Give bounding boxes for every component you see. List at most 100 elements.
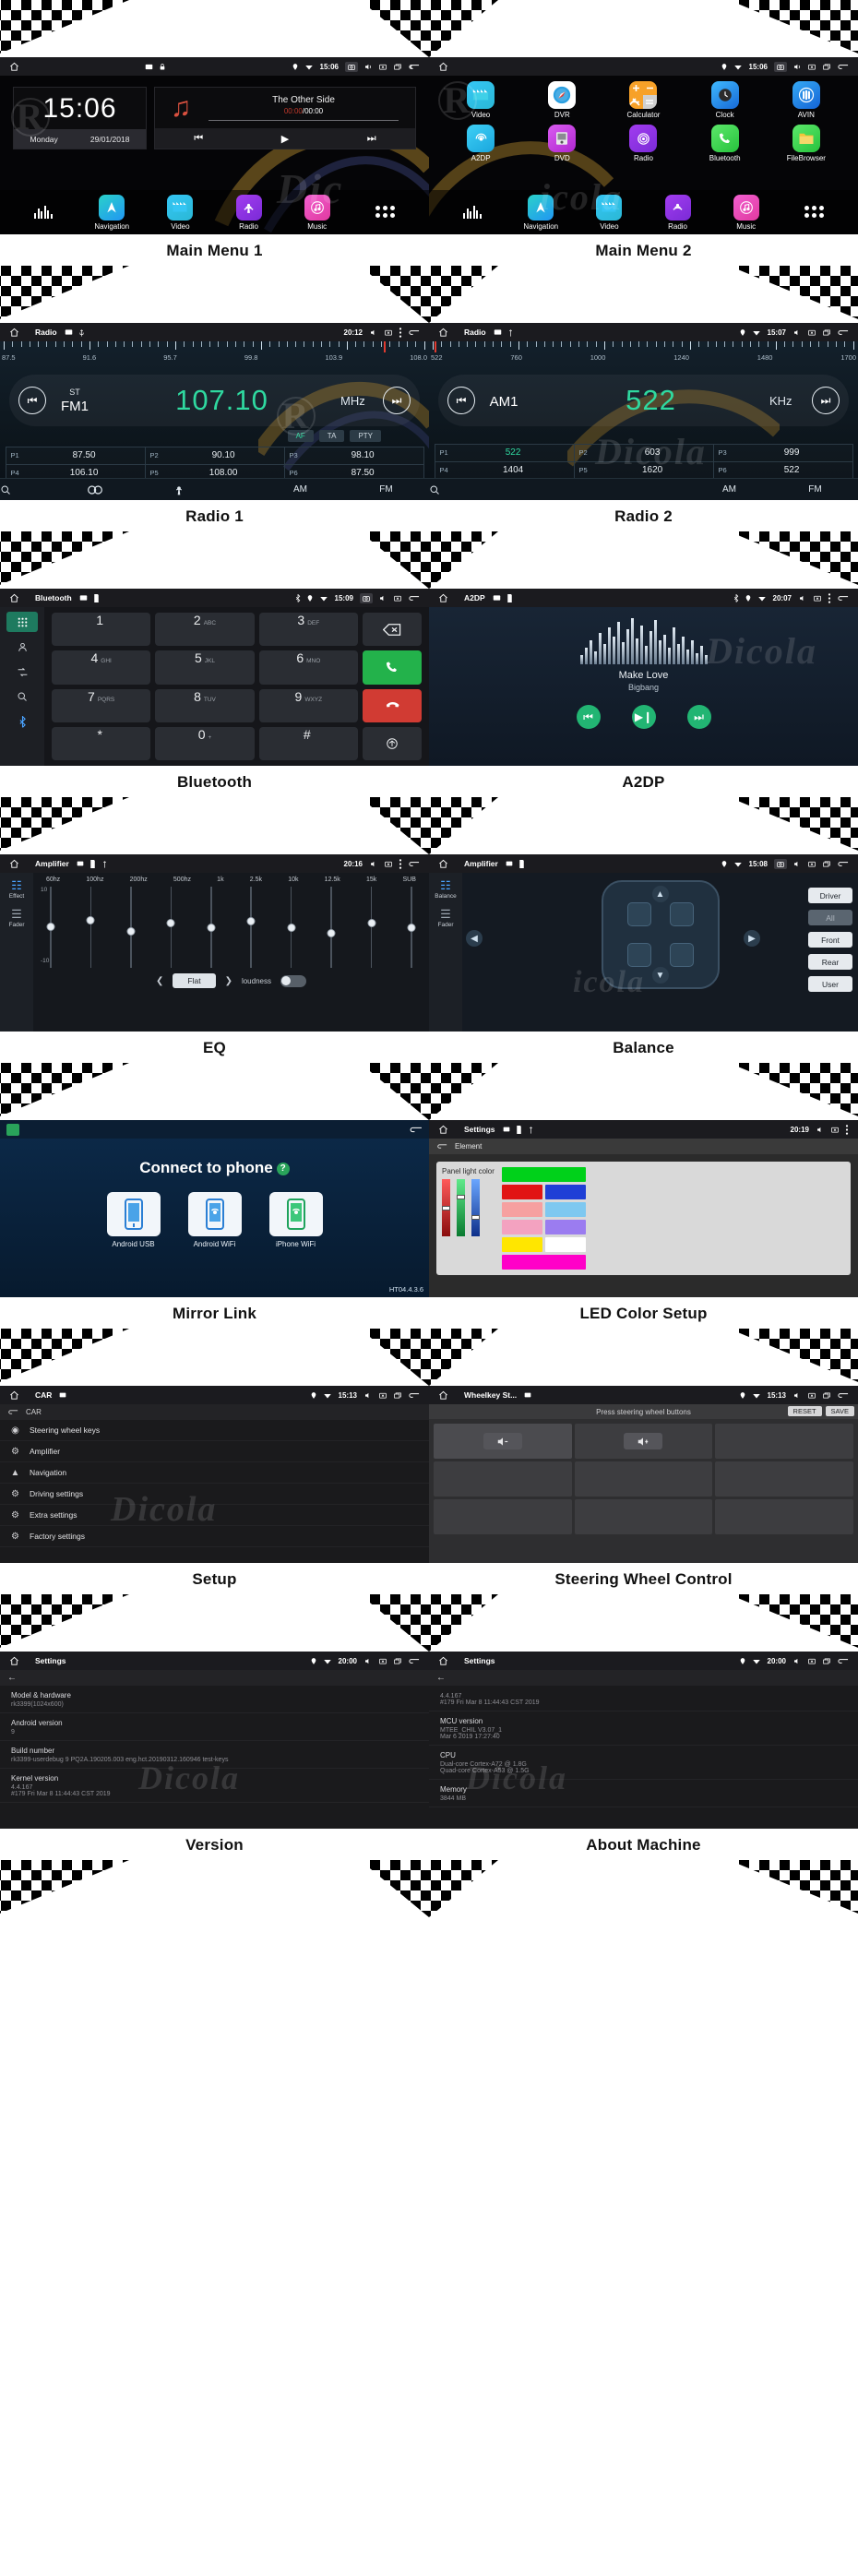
radio-search-button[interactable] xyxy=(0,484,86,495)
seat-rear-right[interactable] xyxy=(669,943,694,967)
dock-item-radio[interactable]: Radio xyxy=(652,194,704,231)
camera-icon[interactable] xyxy=(774,858,787,869)
tune-next-button[interactable]: ⏭ xyxy=(383,387,411,414)
clock-widget[interactable]: 15:06 Monday 29/01/2018 xyxy=(13,87,147,149)
balance-right-arrow[interactable]: ▶ xyxy=(744,930,760,947)
version-item-android[interactable]: Android version 9 xyxy=(0,1713,429,1741)
version-item-kernel[interactable]: Kernel version 4.4.167 #179 Fri Mar 8 11… xyxy=(0,1769,429,1803)
dock-item-music[interactable]: Music xyxy=(292,194,343,231)
volume-icon[interactable] xyxy=(363,63,373,71)
steering-cell-8[interactable] xyxy=(574,1499,713,1534)
led-swatch-5[interactable] xyxy=(501,1220,542,1234)
back-icon[interactable] xyxy=(408,860,420,868)
led-swatch-9[interactable] xyxy=(501,1255,586,1270)
about-item-kernel[interactable]: 4.4.167 #179 Fri Mar 8 11:44:43 CST 2019 xyxy=(429,1686,858,1711)
close-screen-icon[interactable] xyxy=(384,328,393,337)
volume-icon[interactable] xyxy=(792,328,802,337)
app-item-filebrowser[interactable]: FileBrowser xyxy=(780,125,833,162)
back-icon[interactable] xyxy=(7,1408,18,1416)
back-icon[interactable] xyxy=(837,63,849,71)
seat-front-right[interactable] xyxy=(669,902,694,926)
preset-p1[interactable]: P1 522 xyxy=(434,443,575,462)
about-back-bar[interactable]: ← xyxy=(429,1670,858,1686)
help-icon[interactable]: ? xyxy=(276,1162,290,1175)
prev-button[interactable]: ⏮ xyxy=(576,705,601,729)
overflow-menu-icon[interactable] xyxy=(845,1124,849,1135)
next-button[interactable]: ⏭ xyxy=(686,705,711,729)
eq-slider-100hz[interactable] xyxy=(86,887,95,968)
volume-icon[interactable] xyxy=(792,1657,802,1665)
back-icon[interactable] xyxy=(837,1391,849,1400)
car-cabin-diagram[interactable]: ▲ ▼ xyxy=(601,880,720,989)
eq-preset-button[interactable]: Flat xyxy=(173,973,216,988)
led-swatch-7[interactable] xyxy=(501,1237,542,1252)
preset-p6[interactable]: P6 522 xyxy=(712,460,853,480)
screenshot-icon[interactable] xyxy=(77,860,84,867)
preset-p3[interactable]: P3 98.10 xyxy=(283,446,424,465)
balance-up-arrow[interactable]: ▲ xyxy=(651,886,669,902)
dial-key-star[interactable]: * xyxy=(52,726,151,760)
search-icon[interactable] xyxy=(6,686,38,707)
close-screen-icon[interactable] xyxy=(807,1391,816,1400)
led-swatch-4[interactable] xyxy=(544,1202,586,1217)
dialpad-icon[interactable] xyxy=(6,612,38,632)
about-item-cpu[interactable]: CPU Dual-core Cortex-A72 @ 1.8G Quad-cor… xyxy=(429,1746,858,1780)
radio-frequency-scale[interactable]: 522 760 1000 1240 1480 1700 xyxy=(429,341,858,369)
close-screen-icon[interactable] xyxy=(378,1391,387,1400)
back-icon[interactable] xyxy=(408,1657,420,1665)
recents-icon[interactable] xyxy=(822,328,831,337)
balance-down-arrow[interactable]: ▼ xyxy=(651,967,669,984)
close-screen-icon[interactable] xyxy=(813,594,822,602)
balance-left-arrow[interactable]: ◀ xyxy=(466,930,483,947)
home-icon[interactable] xyxy=(438,1390,448,1401)
version-item-model[interactable]: Model & hardware rk3399(1024x600) xyxy=(0,1686,429,1713)
led-slider-green[interactable] xyxy=(457,1179,465,1236)
dial-key-8[interactable]: 8 TUV xyxy=(155,688,255,722)
preset-p3[interactable]: P3 999 xyxy=(712,443,853,462)
recents-icon[interactable] xyxy=(822,1657,831,1665)
band-label[interactable]: AM1 xyxy=(475,394,532,410)
radio-frequency-scale[interactable]: 87.5 91.6 95.7 99.8 103.9 108.0 xyxy=(0,341,429,369)
led-swatch-1[interactable] xyxy=(501,1185,542,1199)
eq-slider-1k[interactable] xyxy=(207,887,216,968)
steering-cell-4[interactable] xyxy=(434,1461,572,1497)
steering-cell-3[interactable] xyxy=(715,1424,853,1459)
dial-key-hash[interactable]: # xyxy=(258,726,358,760)
led-swatch-3[interactable] xyxy=(501,1202,542,1217)
home-icon[interactable] xyxy=(9,859,19,869)
music-prev-button[interactable]: ⏮ xyxy=(194,133,203,145)
led-slider-red[interactable] xyxy=(442,1179,450,1236)
volume-icon[interactable] xyxy=(369,860,378,868)
reset-button[interactable]: RESET xyxy=(787,1406,822,1416)
led-swatch-8[interactable] xyxy=(544,1237,586,1252)
steering-cell-2[interactable] xyxy=(574,1424,713,1459)
dock-item-navigation[interactable]: Navigation xyxy=(86,194,137,231)
app-item-clock[interactable]: Clock xyxy=(698,81,752,119)
transfer-icon[interactable] xyxy=(363,726,422,760)
volume-icon[interactable] xyxy=(792,63,802,71)
close-screen-icon[interactable] xyxy=(378,63,387,71)
back-icon[interactable] xyxy=(408,594,420,602)
home-icon[interactable] xyxy=(438,328,448,338)
eq-slider-500hz[interactable] xyxy=(166,887,175,968)
dock-item-radio[interactable]: Radio xyxy=(223,194,275,231)
balance-tab-balance[interactable]: ☷ Balance xyxy=(435,878,457,900)
preset-p1[interactable]: P1 87.50 xyxy=(5,446,146,465)
steering-cell-1[interactable] xyxy=(434,1424,572,1459)
setup-item-driving-settings[interactable]: ⚙ Driving settings xyxy=(0,1484,429,1505)
volume-icon[interactable] xyxy=(369,328,378,337)
radio-am-button[interactable]: AM xyxy=(686,484,772,495)
volume-icon[interactable] xyxy=(792,860,802,868)
backspace-icon[interactable] xyxy=(363,613,422,647)
eq-slider-2.5k[interactable] xyxy=(246,887,256,968)
overflow-menu-icon[interactable] xyxy=(828,592,831,603)
radio-scan-button[interactable] xyxy=(172,483,257,495)
dial-key-1[interactable]: 1 xyxy=(52,613,151,647)
home-icon[interactable] xyxy=(438,1656,448,1666)
eq-tab-effect[interactable]: ☷ Effect xyxy=(9,878,25,900)
mirror-card-android-wifi[interactable]: Android WiFi xyxy=(186,1192,244,1248)
screenshot-icon[interactable] xyxy=(65,328,73,336)
dial-key-6[interactable]: 6 MNO xyxy=(258,650,358,685)
screenshot-icon[interactable] xyxy=(79,594,88,602)
back-icon[interactable] xyxy=(837,328,849,337)
